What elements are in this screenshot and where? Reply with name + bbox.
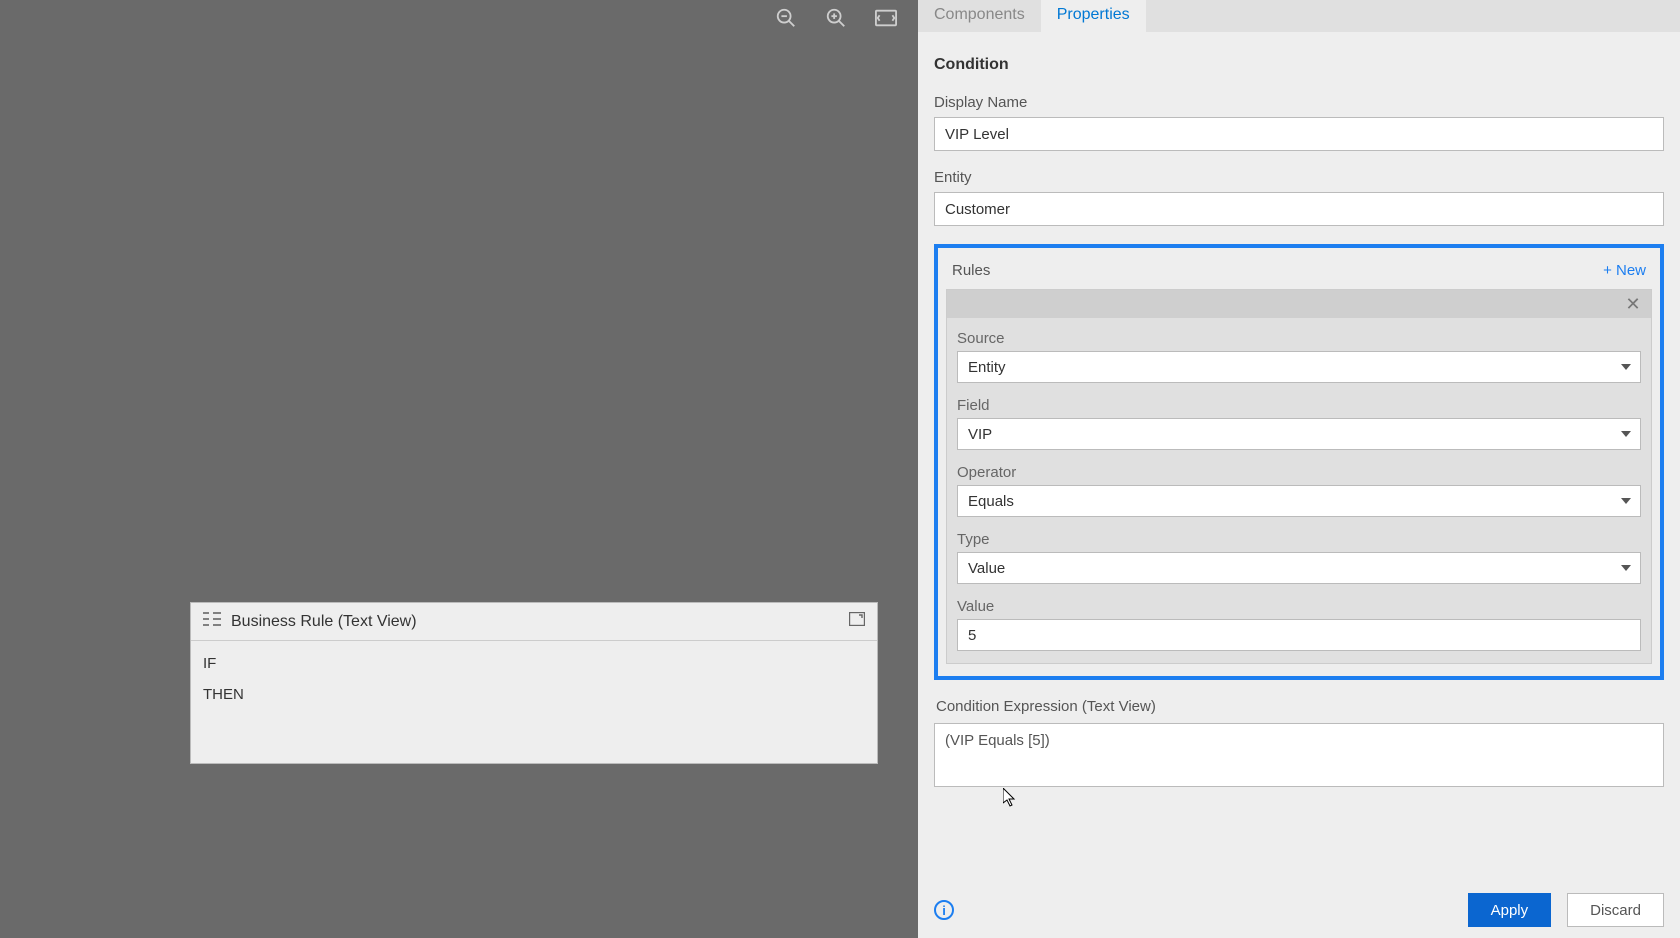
expression-label: Condition Expression (Text View) <box>936 698 1664 715</box>
panel-footer: i Apply Discard <box>918 882 1680 938</box>
text-view-if: IF <box>203 655 865 672</box>
display-name-label: Display Name <box>934 94 1664 111</box>
expression-value: (VIP Equals [5]) <box>945 732 1050 749</box>
apply-button[interactable]: Apply <box>1468 893 1552 927</box>
right-panel: Components Properties Condition Display … <box>918 0 1680 938</box>
display-name-group: Display Name <box>934 94 1664 151</box>
canvas-area[interactable]: Business Rule (Text View) IF THEN <box>0 0 918 938</box>
zoom-out-icon[interactable] <box>774 6 798 30</box>
rule-remove-icon[interactable]: ✕ <box>1623 294 1643 315</box>
text-view-body: IF THEN <box>191 641 877 763</box>
expression-textview: (VIP Equals [5]) <box>934 723 1664 787</box>
canvas-toolbar <box>774 6 898 30</box>
tab-components[interactable]: Components <box>918 0 1041 32</box>
display-name-input[interactable] <box>934 117 1664 151</box>
rule-field-select[interactable]: VIP <box>957 418 1641 450</box>
panel-tabs: Components Properties <box>918 0 1680 32</box>
expand-icon[interactable] <box>849 612 865 631</box>
rule-source-select[interactable]: Entity <box>957 351 1641 383</box>
rule-item: ✕ Source Entity Field VIP <box>946 289 1652 664</box>
entity-group: Entity <box>934 169 1664 226</box>
rules-new-button[interactable]: + New <box>1603 262 1646 279</box>
rule-source-label: Source <box>957 330 1641 347</box>
section-condition-title: Condition <box>934 56 1664 74</box>
business-rule-text-view-panel: Business Rule (Text View) IF THEN <box>190 602 878 764</box>
rule-operator-label: Operator <box>957 464 1641 481</box>
tab-properties[interactable]: Properties <box>1041 0 1146 32</box>
rule-type-label: Type <box>957 531 1641 548</box>
panel-content: Condition Display Name Entity Rules + Ne… <box>918 32 1680 882</box>
discard-button[interactable]: Discard <box>1567 893 1664 927</box>
zoom-in-icon[interactable] <box>824 6 848 30</box>
rules-label: Rules <box>952 262 990 279</box>
text-view-title: Business Rule (Text View) <box>231 613 417 631</box>
rule-operator-select[interactable]: Equals <box>957 485 1641 517</box>
entity-input[interactable] <box>934 192 1664 226</box>
entity-label: Entity <box>934 169 1664 186</box>
fit-screen-icon[interactable] <box>874 6 898 30</box>
text-view-icon <box>203 611 221 632</box>
text-view-then: THEN <box>203 686 865 703</box>
text-view-header: Business Rule (Text View) <box>191 603 877 641</box>
rule-value-label: Value <box>957 598 1641 615</box>
rule-field-label: Field <box>957 397 1641 414</box>
rules-section: Rules + New ✕ Source Entity Field <box>934 244 1664 680</box>
rule-value-input[interactable] <box>957 619 1641 651</box>
rule-type-select[interactable]: Value <box>957 552 1641 584</box>
info-icon[interactable]: i <box>934 900 954 920</box>
